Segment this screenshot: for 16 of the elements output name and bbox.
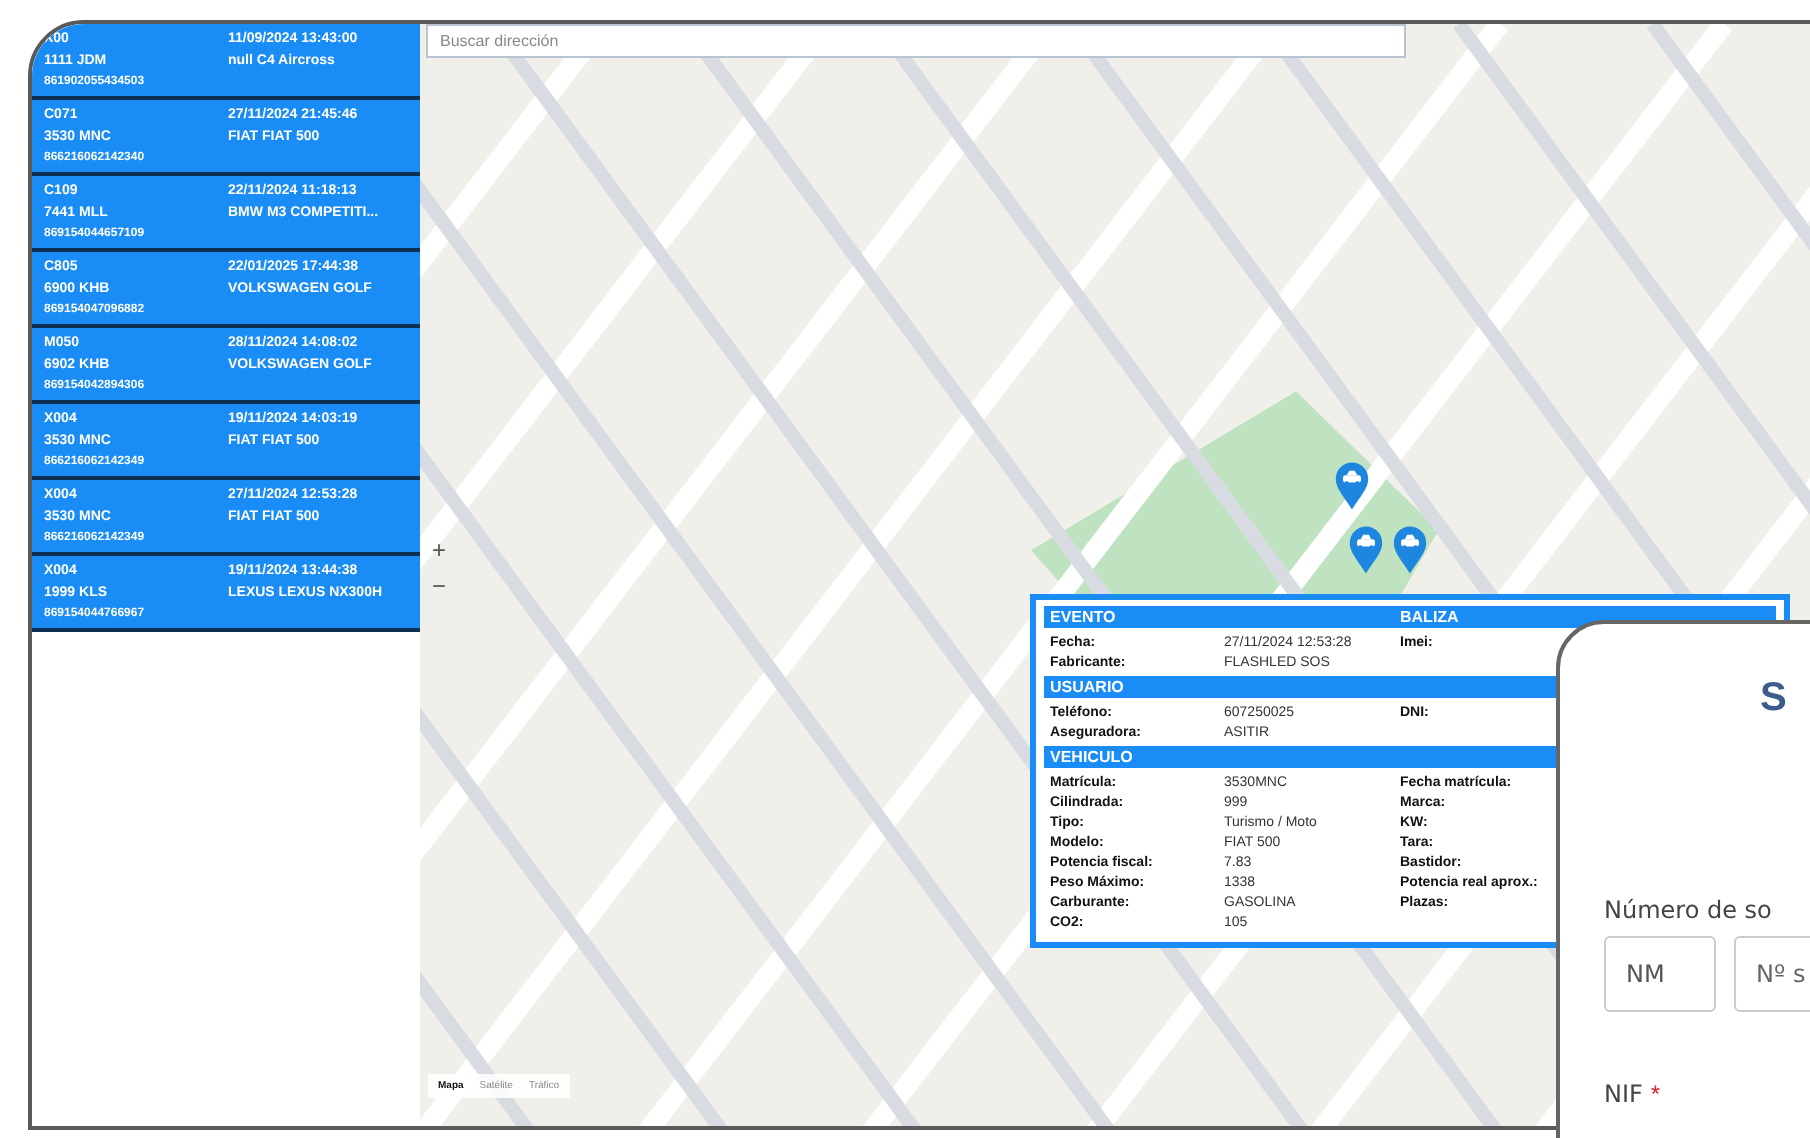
field-label: Número de so: [1604, 896, 1774, 924]
required-mark: *: [1650, 1080, 1661, 1108]
input-field[interactable]: Nº s: [1734, 936, 1810, 1012]
form-title: S: [1760, 676, 1789, 724]
car-pin-icon[interactable]: [1334, 460, 1370, 512]
zoom-button[interactable]: −: [428, 572, 451, 600]
section-title: EVENTO: [1050, 606, 1118, 628]
car-pin-icon[interactable]: [1348, 524, 1384, 576]
car-pin-icon[interactable]: [1392, 524, 1428, 576]
section-title: USUARIO: [1050, 676, 1126, 698]
section-title: BALIZA: [1400, 606, 1461, 628]
address-search-field[interactable]: Buscar dirección: [426, 24, 1406, 58]
zoom-button[interactable]: +: [428, 536, 451, 564]
input-field[interactable]: NM: [1604, 936, 1716, 1012]
field-label: NIF: [1604, 1080, 1643, 1108]
section-title: VEHICULO: [1050, 746, 1135, 768]
